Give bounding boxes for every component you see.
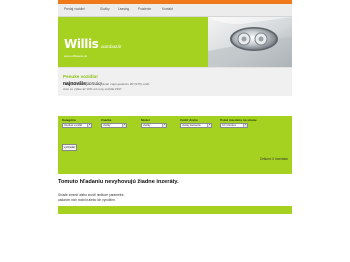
model-label: Model (141, 118, 150, 122)
model-select[interactable]: všetky ▼ (141, 123, 167, 128)
car-headlight-image (208, 17, 292, 67)
body-type-select-value: všetky karosérie (182, 124, 201, 127)
footer-bar (58, 206, 292, 214)
search-title-light: ponuky (86, 81, 103, 87)
search-form: Kategória Osobné vozidlá ▼ Značka všetky… (58, 116, 292, 174)
chevron-down-icon: ▼ (87, 124, 91, 127)
logo-text[interactable]: Willis (64, 37, 99, 51)
body-type-label: Zvoliť druhu (180, 118, 198, 122)
per-page-select-value: 10 inzerátov (222, 124, 237, 127)
brand-select-value: všetky (103, 124, 111, 127)
per-page-select[interactable]: 10 inzerátov ▼ (220, 123, 248, 128)
brand-select[interactable]: všetky ▼ (101, 123, 127, 128)
logo-url: www.willisauto.sk (64, 54, 88, 58)
per-page-label: Počet inzerátov na stranu (220, 118, 257, 122)
category-select[interactable]: Osobné vozidlá ▼ (62, 123, 92, 128)
results-count: Celkom: 0 inzerátov (259, 157, 288, 161)
hint-line: zadaním nich hodnôt alebo ich vynulitím. (58, 198, 116, 202)
search-button[interactable]: vyhľadať (62, 144, 77, 151)
nav-item-leasing[interactable]: Leasing (118, 7, 129, 11)
chevron-down-icon: ▼ (243, 124, 247, 127)
category-label: Kategória (62, 118, 76, 122)
chevron-down-icon: ▼ (122, 124, 126, 127)
no-results-message: Tomuto hľadaniu nevyhovujú žiadne inzerá… (58, 179, 179, 185)
brand-label: Značka (101, 118, 112, 122)
nav-item-sluzby[interactable]: Služby (100, 7, 110, 11)
logo-subtitle: autobazár (101, 44, 122, 49)
search-title: najnovšieponuky (63, 81, 102, 87)
page-container: Predaj vozidiel Služby Leasing Poistenie… (58, 0, 292, 262)
search-section: najnovšieponuky Kategória Osobné vozidlá… (58, 78, 292, 174)
category-select-value: Osobné vozidlá (64, 124, 82, 127)
chevron-down-icon: ▼ (162, 124, 166, 127)
search-title-bold: najnovšie (63, 81, 87, 87)
site-header: Willis autobazár www.willisauto.sk (58, 17, 292, 67)
body-type-select[interactable]: všetky karosérie ▼ (180, 123, 212, 128)
main-navigation: Predaj vozidiel Služby Leasing Poistenie… (58, 4, 292, 17)
nav-item-poistenie[interactable]: Poistenie (138, 7, 151, 11)
chevron-down-icon: ▼ (207, 124, 211, 127)
nav-item-kontakt[interactable]: Kontakt (162, 7, 173, 11)
hint-line: Skúste zmeniť alebo zrušiť niektoré para… (58, 193, 125, 197)
nav-item-predaj[interactable]: Predaj vozidiel (64, 7, 85, 11)
model-select-value: všetky (143, 124, 151, 127)
